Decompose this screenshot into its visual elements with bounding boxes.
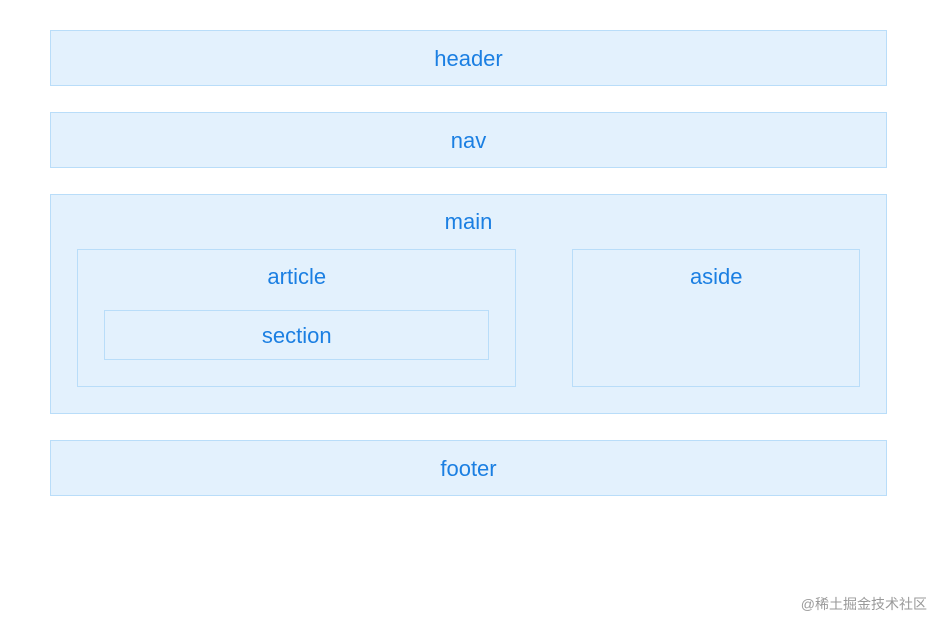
aside-label: aside — [690, 264, 743, 289]
header-region: header — [50, 30, 887, 86]
aside-region: aside — [572, 249, 860, 387]
nav-region: nav — [50, 112, 887, 168]
nav-label: nav — [451, 128, 486, 153]
main-region: main article section aside — [50, 194, 887, 414]
main-label: main — [77, 209, 860, 235]
section-label: section — [262, 323, 332, 348]
watermark-text: @稀土掘金技术社区 — [801, 594, 927, 614]
section-region: section — [104, 310, 489, 360]
article-label: article — [104, 264, 489, 290]
article-region: article section — [77, 249, 516, 387]
main-content: article section aside — [77, 249, 860, 387]
header-label: header — [434, 46, 503, 71]
footer-label: footer — [440, 456, 496, 481]
footer-region: footer — [50, 440, 887, 496]
